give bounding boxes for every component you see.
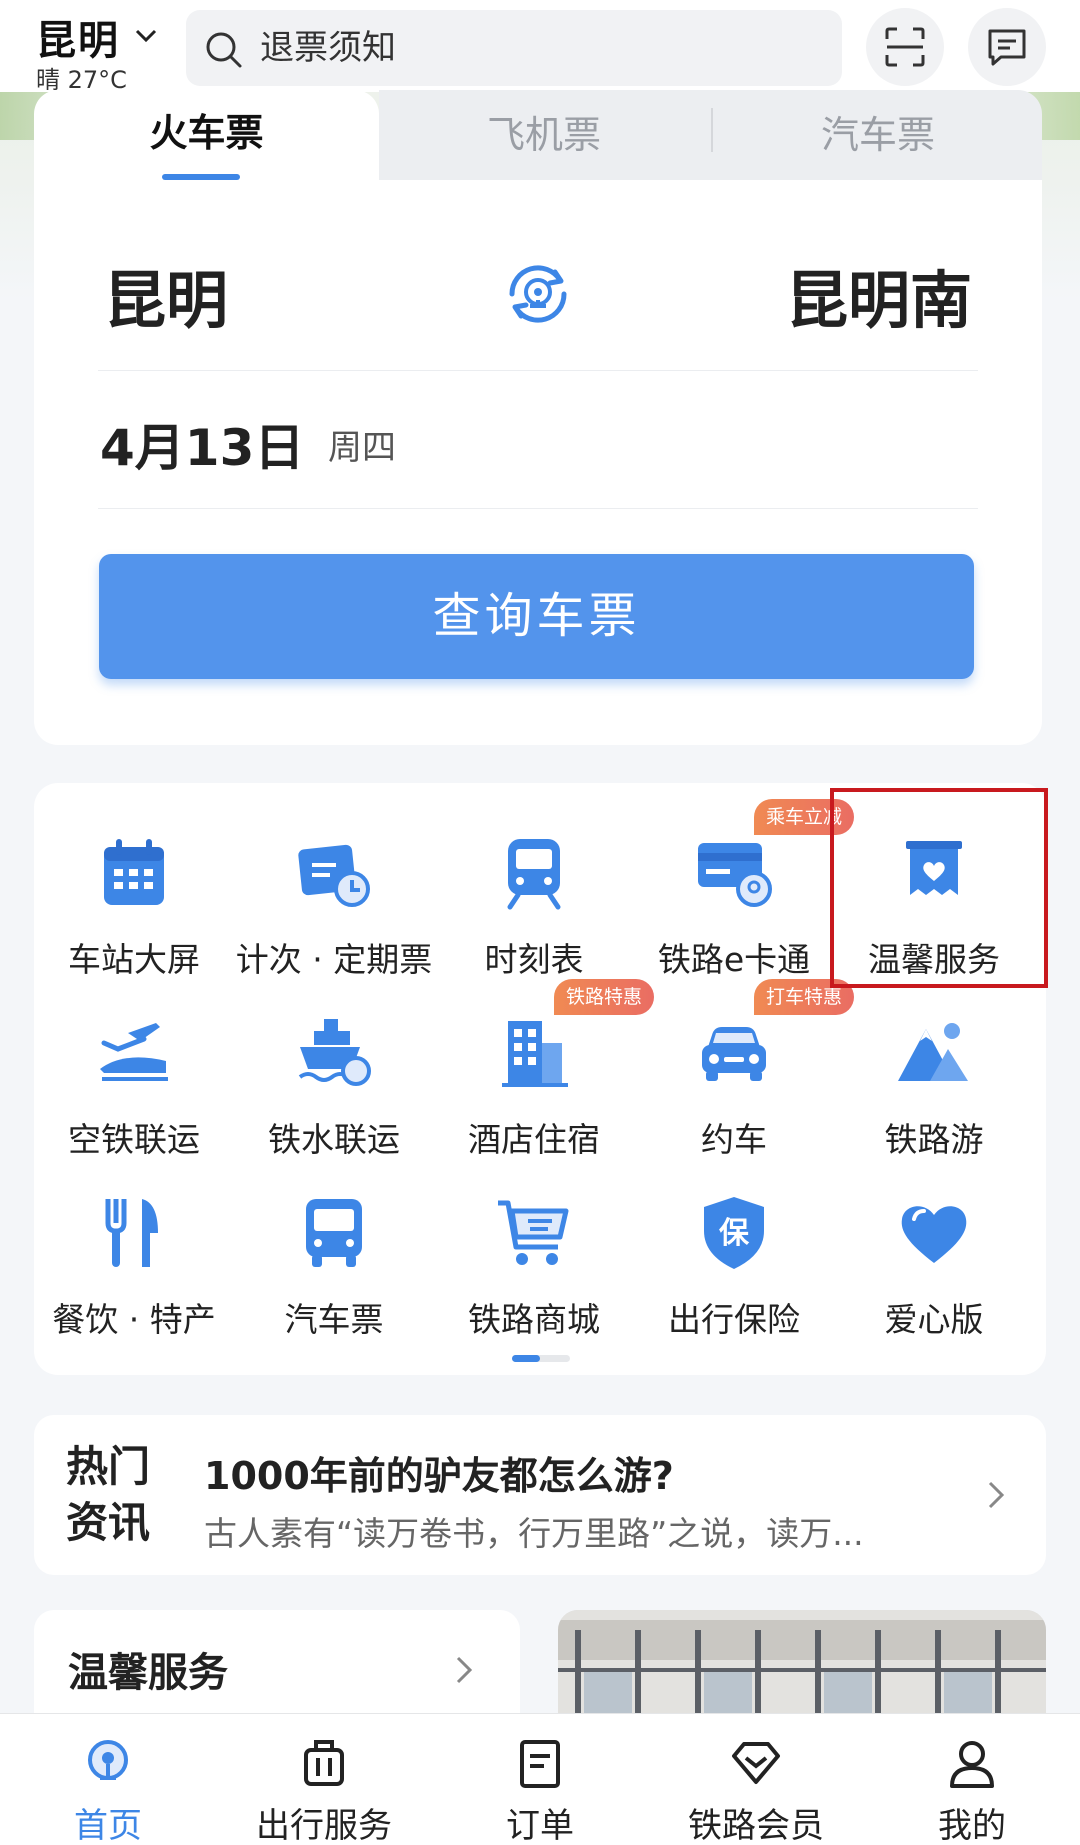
order-icon xyxy=(520,1740,560,1788)
service-label: 餐饮 · 特产 xyxy=(52,1300,216,1339)
luggage-icon xyxy=(304,1740,344,1786)
mountain-icon xyxy=(898,1023,968,1081)
divider xyxy=(98,370,978,371)
nav-home[interactable]: 首页 xyxy=(0,1714,216,1845)
car-icon xyxy=(702,1027,766,1081)
svg-text:保: 保 xyxy=(719,1216,750,1251)
nav-label: 铁路会员 xyxy=(688,1806,824,1845)
shield-icon: 保 xyxy=(704,1197,764,1269)
tab-inactive-group: 飞机票 汽车票 xyxy=(379,90,1042,185)
tab-bus[interactable]: 汽车票 xyxy=(713,104,1043,159)
ticket-search-card: 昆明 昆明南 4月13日 周四 查询车票 xyxy=(34,180,1042,745)
service-label: 车站大屏 xyxy=(68,940,200,979)
chevron-down-icon xyxy=(135,29,157,43)
top-header: 昆明 晴 27°C xyxy=(0,0,1080,94)
nav-label: 首页 xyxy=(74,1806,142,1845)
service-hotel[interactable]: 酒店住宿 xyxy=(434,1013,634,1183)
cart-icon xyxy=(498,1200,569,1265)
service-rail-water[interactable]: 铁水联运 xyxy=(234,1013,434,1183)
message-icon xyxy=(988,29,1026,66)
ticket-clock-icon xyxy=(298,844,370,907)
service-label: 空铁联运 xyxy=(68,1120,200,1159)
bottom-navigation: 首页 出行服务 订单 铁路会员 我的 xyxy=(0,1713,1080,1845)
highlight-box xyxy=(830,788,1048,988)
page-indicator-active xyxy=(512,1355,540,1362)
service-label: 铁路e卡通 xyxy=(657,940,811,979)
service-ride-hailing[interactable]: 约车 xyxy=(634,1013,834,1183)
service-timetable[interactable]: 时刻表 xyxy=(434,833,634,1003)
tab-train-label: 火车票 xyxy=(149,111,264,155)
service-label: 约车 xyxy=(701,1120,767,1159)
bus-icon xyxy=(306,1199,362,1267)
plane-train-icon xyxy=(100,1023,168,1081)
news-title: 1000年前的驴友都怎么游? xyxy=(204,1454,674,1498)
hot-news-card[interactable]: 热门 资讯 1000年前的驴友都怎么游? 古人素有“读万卷书，行万里路”之说，读… xyxy=(34,1415,1046,1575)
chevron-right-icon xyxy=(456,1656,473,1684)
city-name: 昆明 xyxy=(36,18,120,64)
arrival-station[interactable]: 昆明南 xyxy=(786,250,972,340)
user-icon xyxy=(950,1741,994,1788)
tab-flight[interactable]: 飞机票 xyxy=(379,104,709,159)
service-rail-mall[interactable]: 铁路商城 xyxy=(434,1193,634,1363)
news-badge-line: 资讯 xyxy=(66,1498,151,1547)
news-badge: 热门 资讯 xyxy=(66,1439,166,1551)
service-periodic-ticket[interactable]: 计次 · 定期票 xyxy=(234,833,434,1003)
news-summary: 古人素有“读万卷书，行万里路”之说，读万... xyxy=(204,1514,864,1553)
service-care-version[interactable]: 爱心版 xyxy=(834,1193,1034,1363)
train-icon xyxy=(507,839,561,910)
service-ecard[interactable]: 铁路e卡通 xyxy=(634,833,834,1003)
service-dining[interactable]: 餐饮 · 特产 xyxy=(34,1193,234,1363)
divider xyxy=(98,508,978,509)
service-air-rail[interactable]: 空铁联运 xyxy=(34,1013,234,1183)
service-label: 铁路商城 xyxy=(468,1300,600,1339)
service-label: 爱心版 xyxy=(884,1300,984,1339)
page-indicator xyxy=(512,1355,570,1362)
service-label: 计次 · 定期票 xyxy=(235,940,433,979)
swap-stations-icon[interactable] xyxy=(500,256,576,332)
diamond-icon xyxy=(732,1742,780,1784)
search-icon xyxy=(206,32,242,68)
calendar-screen-icon xyxy=(104,839,164,905)
chevron-right-icon xyxy=(988,1481,1005,1509)
search-input[interactable] xyxy=(260,24,800,72)
nav-label: 我的 xyxy=(938,1806,1006,1845)
service-label: 铁路游 xyxy=(884,1120,984,1159)
service-station-screen[interactable]: 车站大屏 xyxy=(34,833,234,1003)
news-badge-line: 热门 xyxy=(66,1442,151,1491)
fork-knife-icon xyxy=(105,1199,158,1267)
nav-orders[interactable]: 订单 xyxy=(432,1714,648,1845)
ticket-tabs: 飞机票 汽车票 火车票 xyxy=(34,90,1042,200)
ship-icon xyxy=(298,1019,371,1086)
message-button[interactable] xyxy=(968,8,1046,86)
city-selector[interactable]: 昆明 晴 27°C xyxy=(36,8,157,94)
hotel-icon xyxy=(502,1021,568,1087)
departure-weekday: 周四 xyxy=(328,428,396,468)
service-label: 铁水联运 xyxy=(268,1120,400,1159)
nav-travel-service[interactable]: 出行服务 xyxy=(216,1714,432,1845)
nav-label: 出行服务 xyxy=(256,1806,392,1845)
search-bar[interactable] xyxy=(186,10,842,86)
warm-service-title: 温馨服务 xyxy=(68,1650,228,1696)
scan-icon xyxy=(885,27,925,67)
home-rail-icon xyxy=(88,1740,128,1780)
nav-label: 订单 xyxy=(506,1806,574,1845)
service-label: 酒店住宿 xyxy=(468,1120,600,1159)
promo-tag: 铁路特惠 xyxy=(554,979,655,1015)
departure-date[interactable]: 4月13日 xyxy=(100,408,304,480)
card-icon xyxy=(698,843,772,907)
service-bus-ticket[interactable]: 汽车票 xyxy=(234,1193,434,1363)
nav-profile[interactable]: 我的 xyxy=(864,1714,1080,1845)
heart-icon xyxy=(901,1206,967,1263)
service-label: 汽车票 xyxy=(284,1300,384,1339)
query-tickets-button[interactable]: 查询车票 xyxy=(99,554,974,679)
departure-station[interactable]: 昆明 xyxy=(104,250,228,340)
service-rail-travel[interactable]: 铁路游 xyxy=(834,1013,1034,1183)
service-label: 出行保险 xyxy=(668,1300,800,1339)
scan-button[interactable] xyxy=(866,8,944,86)
service-label: 时刻表 xyxy=(484,940,584,979)
nav-membership[interactable]: 铁路会员 xyxy=(648,1714,864,1845)
service-insurance[interactable]: 保 出行保险 xyxy=(634,1193,834,1363)
